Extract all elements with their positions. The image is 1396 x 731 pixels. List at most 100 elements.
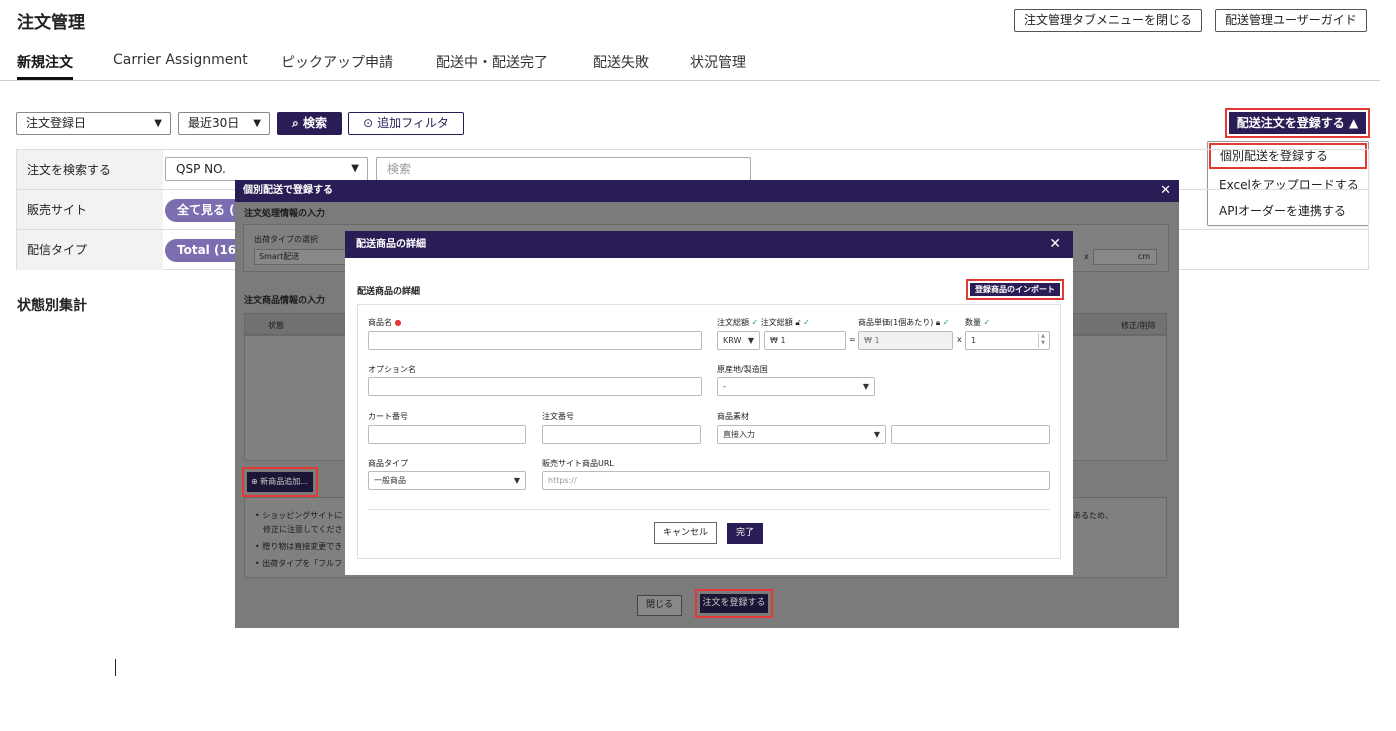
chevron-down-icon: ▼ [747, 336, 754, 345]
tab-carrier-assignment[interactable]: Carrier Assignment [113, 52, 248, 80]
search-input[interactable]: 検索 [376, 157, 751, 181]
import-registered-product-button[interactable]: 登録商品のインポート [966, 279, 1064, 300]
label-text: 数量 [965, 318, 981, 327]
origin-select[interactable]: - ▼ [717, 377, 875, 396]
times-sign: x [957, 335, 962, 344]
add-product-label: 新商品追加... [260, 477, 308, 486]
site-url-label: 販売サイト商品URL [542, 459, 614, 468]
tab-in-delivery[interactable]: 配送中・配送完了 [436, 52, 548, 80]
product-type-select[interactable]: 一般商品 ▼ [368, 471, 526, 490]
order-amount-input[interactable]: ₩ 1 [764, 331, 846, 350]
quantity-stepper[interactable]: 1 ▲ ▼ [965, 331, 1050, 350]
stepper-arrows-icon[interactable]: ▲ ▼ [1038, 333, 1047, 348]
check-icon: ✓ [983, 318, 991, 327]
note-line: • 出荷タイプを「フルフ [255, 559, 343, 568]
register-order-label: 注文を登録する [700, 594, 768, 613]
add-filter-button[interactable]: ⊙ 追加フィルタ [348, 112, 464, 135]
shipping-type-label: 出荷タイプの選択 [254, 235, 318, 244]
period-value: 最近30日 [188, 116, 240, 130]
period-select[interactable]: 最近30日 ▼ [178, 112, 270, 135]
tab-delivery-failed[interactable]: 配送失敗 [593, 52, 649, 80]
register-delivery-order-button[interactable]: 配送注文を登録する ▲ [1225, 108, 1370, 138]
label-text: 商品名 [368, 318, 392, 327]
dialog-header: 個別配送で登録する ✕ [235, 180, 1179, 202]
cart-number-label: カート番号 [368, 412, 408, 421]
user-guide-button[interactable]: 配送管理ユーザーガイド [1215, 9, 1367, 32]
search-icon: ⌕ [292, 116, 299, 130]
filter-circle-icon: ⊙ [363, 116, 374, 130]
origin-label: 原産地/製造国 [717, 365, 768, 374]
quantity-value: 1 [971, 336, 977, 345]
note-line: • ショッピングサイトに [255, 511, 343, 520]
shipping-type-select[interactable]: Smart配送 [254, 249, 349, 265]
dimension-input[interactable]: cm [1093, 249, 1157, 265]
product-form: 商品名 ● 注文総額 ✓ 注文総額 🔓︎ ✓ 商品単価(1個あたり) 🔒︎ ✓ … [357, 304, 1061, 559]
date-type-select[interactable]: 注文登録日 ▼ [16, 112, 171, 135]
form-divider [368, 509, 1050, 510]
close-icon[interactable]: ✕ [1049, 231, 1061, 258]
dialog-close-button[interactable]: 閉じる [637, 595, 682, 616]
unit-price-input: ₩ 1 [858, 331, 953, 350]
chevron-down-icon: ▼ [253, 118, 261, 129]
dialog-title: 個別配送で登録する [243, 185, 333, 196]
product-name-label: 商品名 ● [368, 317, 402, 328]
check-icon: ✓ [942, 318, 950, 327]
check-icon: ✓ [751, 318, 759, 327]
order-processing-section-title: 注文処理情報の入力 [244, 209, 326, 219]
tab-new-order[interactable]: 新規注文 [17, 52, 73, 80]
check-icon: ✓ [803, 318, 810, 327]
label-text: 注文総額 [717, 318, 749, 327]
date-type-value: 注文登録日 [26, 116, 87, 130]
search-row-label: 配信タイプ [17, 230, 163, 270]
unit-price-value: 1 [874, 336, 880, 345]
unit-price-label: 商品単価(1個あたり) 🔒︎ ✓ [858, 317, 949, 328]
cancel-button[interactable]: キャンセル [654, 522, 717, 544]
chevron-down-icon: ▼ [862, 382, 869, 391]
done-button[interactable]: 完了 [727, 523, 763, 544]
site-url-input[interactable]: https:// [542, 471, 1050, 490]
search-row-label: 注文を検索する [17, 150, 163, 189]
quantity-label: 数量 ✓ [965, 317, 990, 328]
close-icon[interactable]: ✕ [1160, 180, 1171, 202]
currency-select[interactable]: KRW ▼ [717, 331, 760, 350]
order-amount-label: 注文総額 ✓ 注文総額 🔓︎ ✓ [717, 317, 810, 328]
lock-icon[interactable]: 🔒︎ [936, 318, 940, 327]
product-type-label: 商品タイプ [368, 459, 408, 468]
dimension-x: x [1084, 252, 1089, 261]
currency-symbol: ₩ [770, 336, 778, 345]
material-text-input[interactable] [891, 425, 1050, 444]
text-cursor [115, 659, 116, 676]
order-product-section-title: 注文商品情報の入力 [244, 296, 326, 306]
search-row-label: 販売サイト [17, 190, 163, 229]
page-title: 注文管理 [17, 13, 85, 33]
import-button-label: 登録商品のインポート [970, 283, 1060, 296]
material-select[interactable]: 直接入力 ▼ [717, 425, 886, 444]
note-line: 修正に注意してくださ [263, 525, 343, 534]
cart-number-input[interactable] [368, 425, 526, 444]
option-name-input[interactable] [368, 377, 702, 396]
order-number-input[interactable] [542, 425, 701, 444]
add-new-product-button[interactable]: ⊕ 新商品追加... [242, 467, 318, 497]
plus-circle-icon: ⊕ [251, 477, 258, 486]
tab-bar: 新規注文 Carrier Assignment ピックアップ申請 配送中・配送完… [0, 52, 1380, 81]
product-name-input[interactable] [368, 331, 702, 350]
product-type-value: 一般商品 [374, 476, 406, 485]
product-detail-modal: 配送商品の詳細 ✕ 配送商品の詳細 登録商品のインポート 商品名 ● 注文総額 … [345, 231, 1073, 575]
close-tab-menu-button[interactable]: 注文管理タブメニューを閉じる [1014, 9, 1203, 32]
chevron-down-icon: ▼ [873, 430, 880, 439]
register-button-label: 配送注文を登録する [1236, 116, 1345, 130]
tab-status-management[interactable]: 状況管理 [690, 52, 746, 80]
material-label: 商品素材 [717, 412, 749, 421]
modal-subtitle: 配送商品の詳細 [357, 287, 421, 297]
unlock-icon[interactable]: 🔓︎ [795, 318, 800, 327]
col-status: 状態 [268, 321, 284, 330]
caret-up-icon: ▲ [1348, 116, 1359, 130]
register-order-button[interactable]: 注文を登録する [695, 589, 773, 618]
order-amount-value: 1 [780, 336, 786, 345]
search-field-value: QSP NO. [176, 162, 226, 176]
material-value: 直接入力 [723, 430, 755, 439]
tab-pickup-request[interactable]: ピックアップ申請 [281, 52, 393, 80]
search-field-select[interactable]: QSP NO. ▼ [165, 157, 368, 181]
search-button[interactable]: ⌕ 検索 [277, 112, 342, 135]
currency-symbol: ₩ [864, 336, 872, 345]
